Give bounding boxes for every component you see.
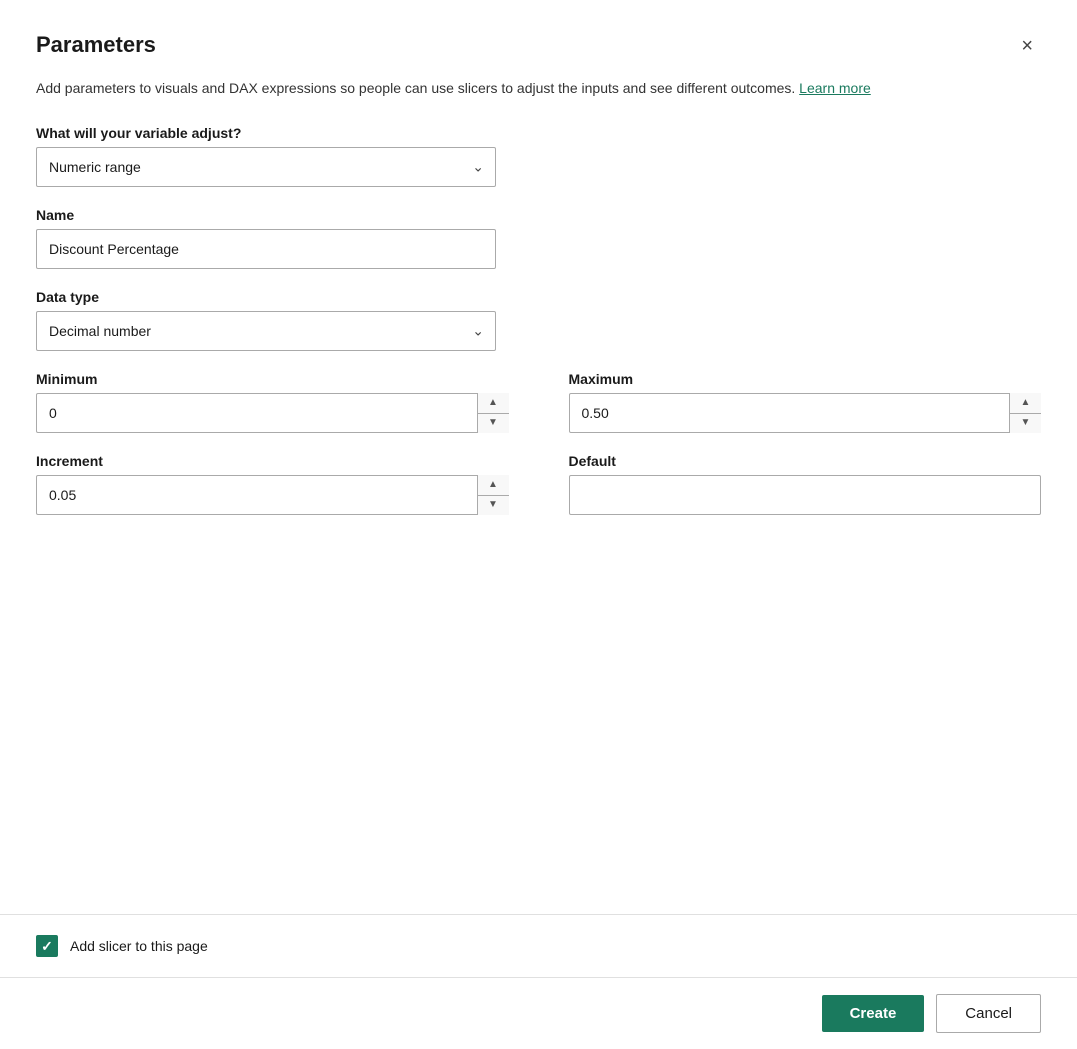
cancel-button[interactable]: Cancel (936, 994, 1041, 1033)
default-input[interactable] (569, 475, 1042, 515)
increment-spinbox-wrapper: ▲ ▼ (36, 475, 509, 515)
data-type-field-group: Data type Decimal number Whole number Te… (36, 289, 1041, 351)
checkbox-section: ✓ Add slicer to this page (0, 914, 1077, 977)
min-max-row: Minimum ▲ ▼ Maximum ▲ ▼ (36, 371, 1041, 433)
data-type-select[interactable]: Decimal number Whole number Text Date/Ti… (36, 311, 496, 351)
name-field-group: Name (36, 207, 1041, 269)
add-slicer-checkbox[interactable]: ✓ (36, 935, 58, 957)
minimum-input[interactable] (36, 393, 509, 433)
variable-select-wrapper: Numeric range Field ⌄ (36, 147, 496, 187)
minimum-col: Minimum ▲ ▼ (36, 371, 509, 433)
increment-spinbox-buttons: ▲ ▼ (477, 475, 509, 515)
increment-default-row: Increment ▲ ▼ Default (36, 453, 1041, 515)
name-input[interactable] (36, 229, 496, 269)
description-text: Add parameters to visuals and DAX expres… (36, 78, 1041, 99)
default-label: Default (569, 453, 1042, 469)
dialog-header: Parameters × (36, 32, 1041, 60)
data-type-label: Data type (36, 289, 1041, 305)
default-col: Default (569, 453, 1042, 515)
add-slicer-label[interactable]: Add slicer to this page (70, 938, 208, 954)
maximum-label: Maximum (569, 371, 1042, 387)
increment-input[interactable] (36, 475, 509, 515)
minimum-decrement-button[interactable]: ▼ (478, 414, 509, 434)
variable-select[interactable]: Numeric range Field (36, 147, 496, 187)
dialog-title: Parameters (36, 32, 156, 58)
data-type-select-wrapper: Decimal number Whole number Text Date/Ti… (36, 311, 496, 351)
increment-increment-button[interactable]: ▲ (478, 475, 509, 496)
maximum-decrement-button[interactable]: ▼ (1010, 414, 1041, 434)
maximum-input[interactable] (569, 393, 1042, 433)
close-button[interactable]: × (1013, 32, 1041, 60)
minimum-increment-button[interactable]: ▲ (478, 393, 509, 414)
variable-field-group: What will your variable adjust? Numeric … (36, 125, 1041, 187)
action-footer: Create Cancel (0, 977, 1077, 1049)
increment-label: Increment (36, 453, 509, 469)
maximum-col: Maximum ▲ ▼ (569, 371, 1042, 433)
name-label: Name (36, 207, 1041, 223)
dialog-body: Parameters × Add parameters to visuals a… (0, 0, 1077, 914)
minimum-spinbox-buttons: ▲ ▼ (477, 393, 509, 433)
increment-decrement-button[interactable]: ▼ (478, 496, 509, 516)
increment-col: Increment ▲ ▼ (36, 453, 509, 515)
create-button[interactable]: Create (822, 995, 925, 1032)
variable-label: What will your variable adjust? (36, 125, 1041, 141)
parameters-dialog: Parameters × Add parameters to visuals a… (0, 0, 1077, 1049)
minimum-spinbox-wrapper: ▲ ▼ (36, 393, 509, 433)
spacer (36, 535, 1041, 715)
minimum-label: Minimum (36, 371, 509, 387)
checkmark-icon: ✓ (41, 938, 53, 955)
maximum-spinbox-wrapper: ▲ ▼ (569, 393, 1042, 433)
maximum-spinbox-buttons: ▲ ▼ (1009, 393, 1041, 433)
learn-more-link[interactable]: Learn more (799, 80, 871, 96)
maximum-increment-button[interactable]: ▲ (1010, 393, 1041, 414)
